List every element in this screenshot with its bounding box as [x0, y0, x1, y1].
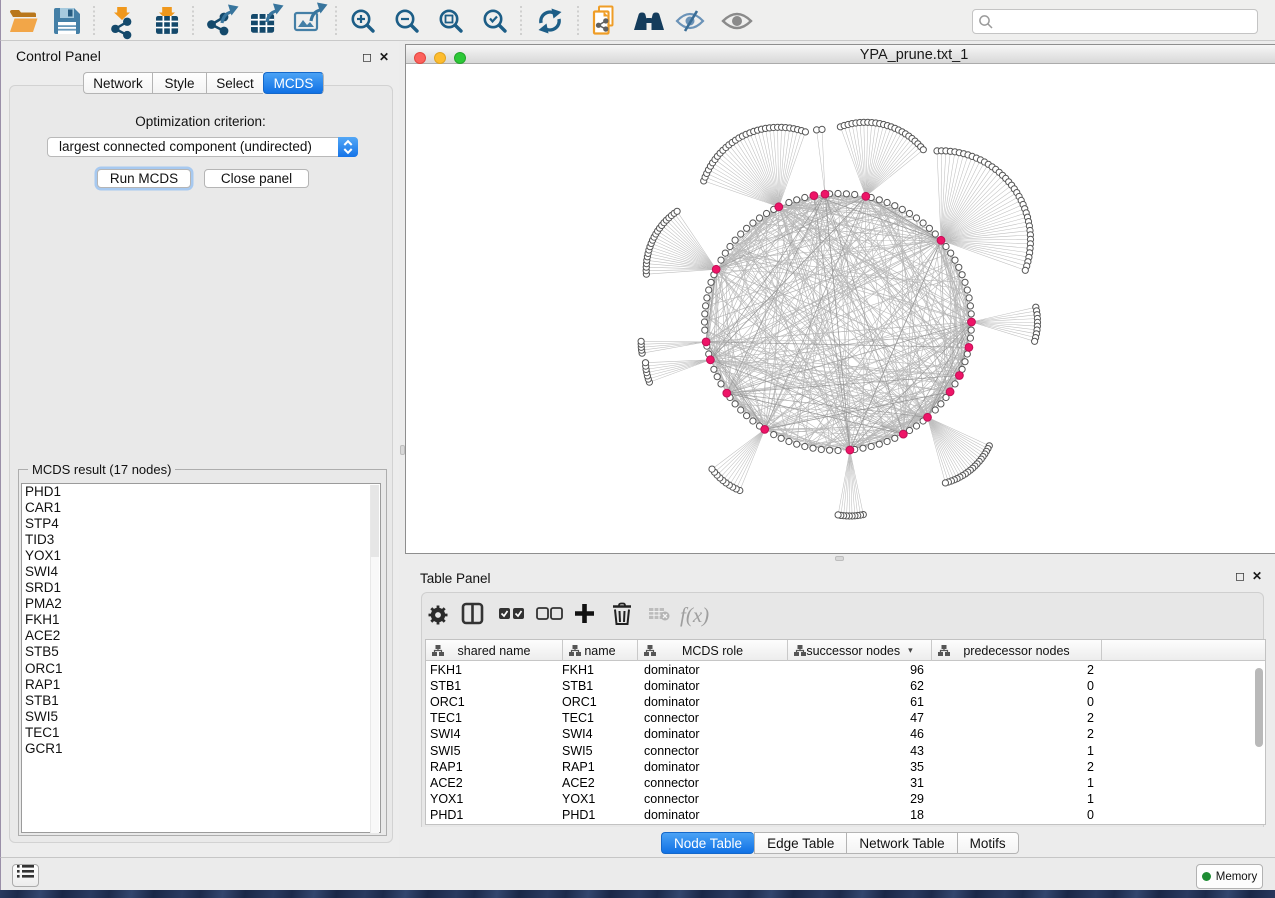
- svg-text:f(x): f(x): [680, 603, 709, 627]
